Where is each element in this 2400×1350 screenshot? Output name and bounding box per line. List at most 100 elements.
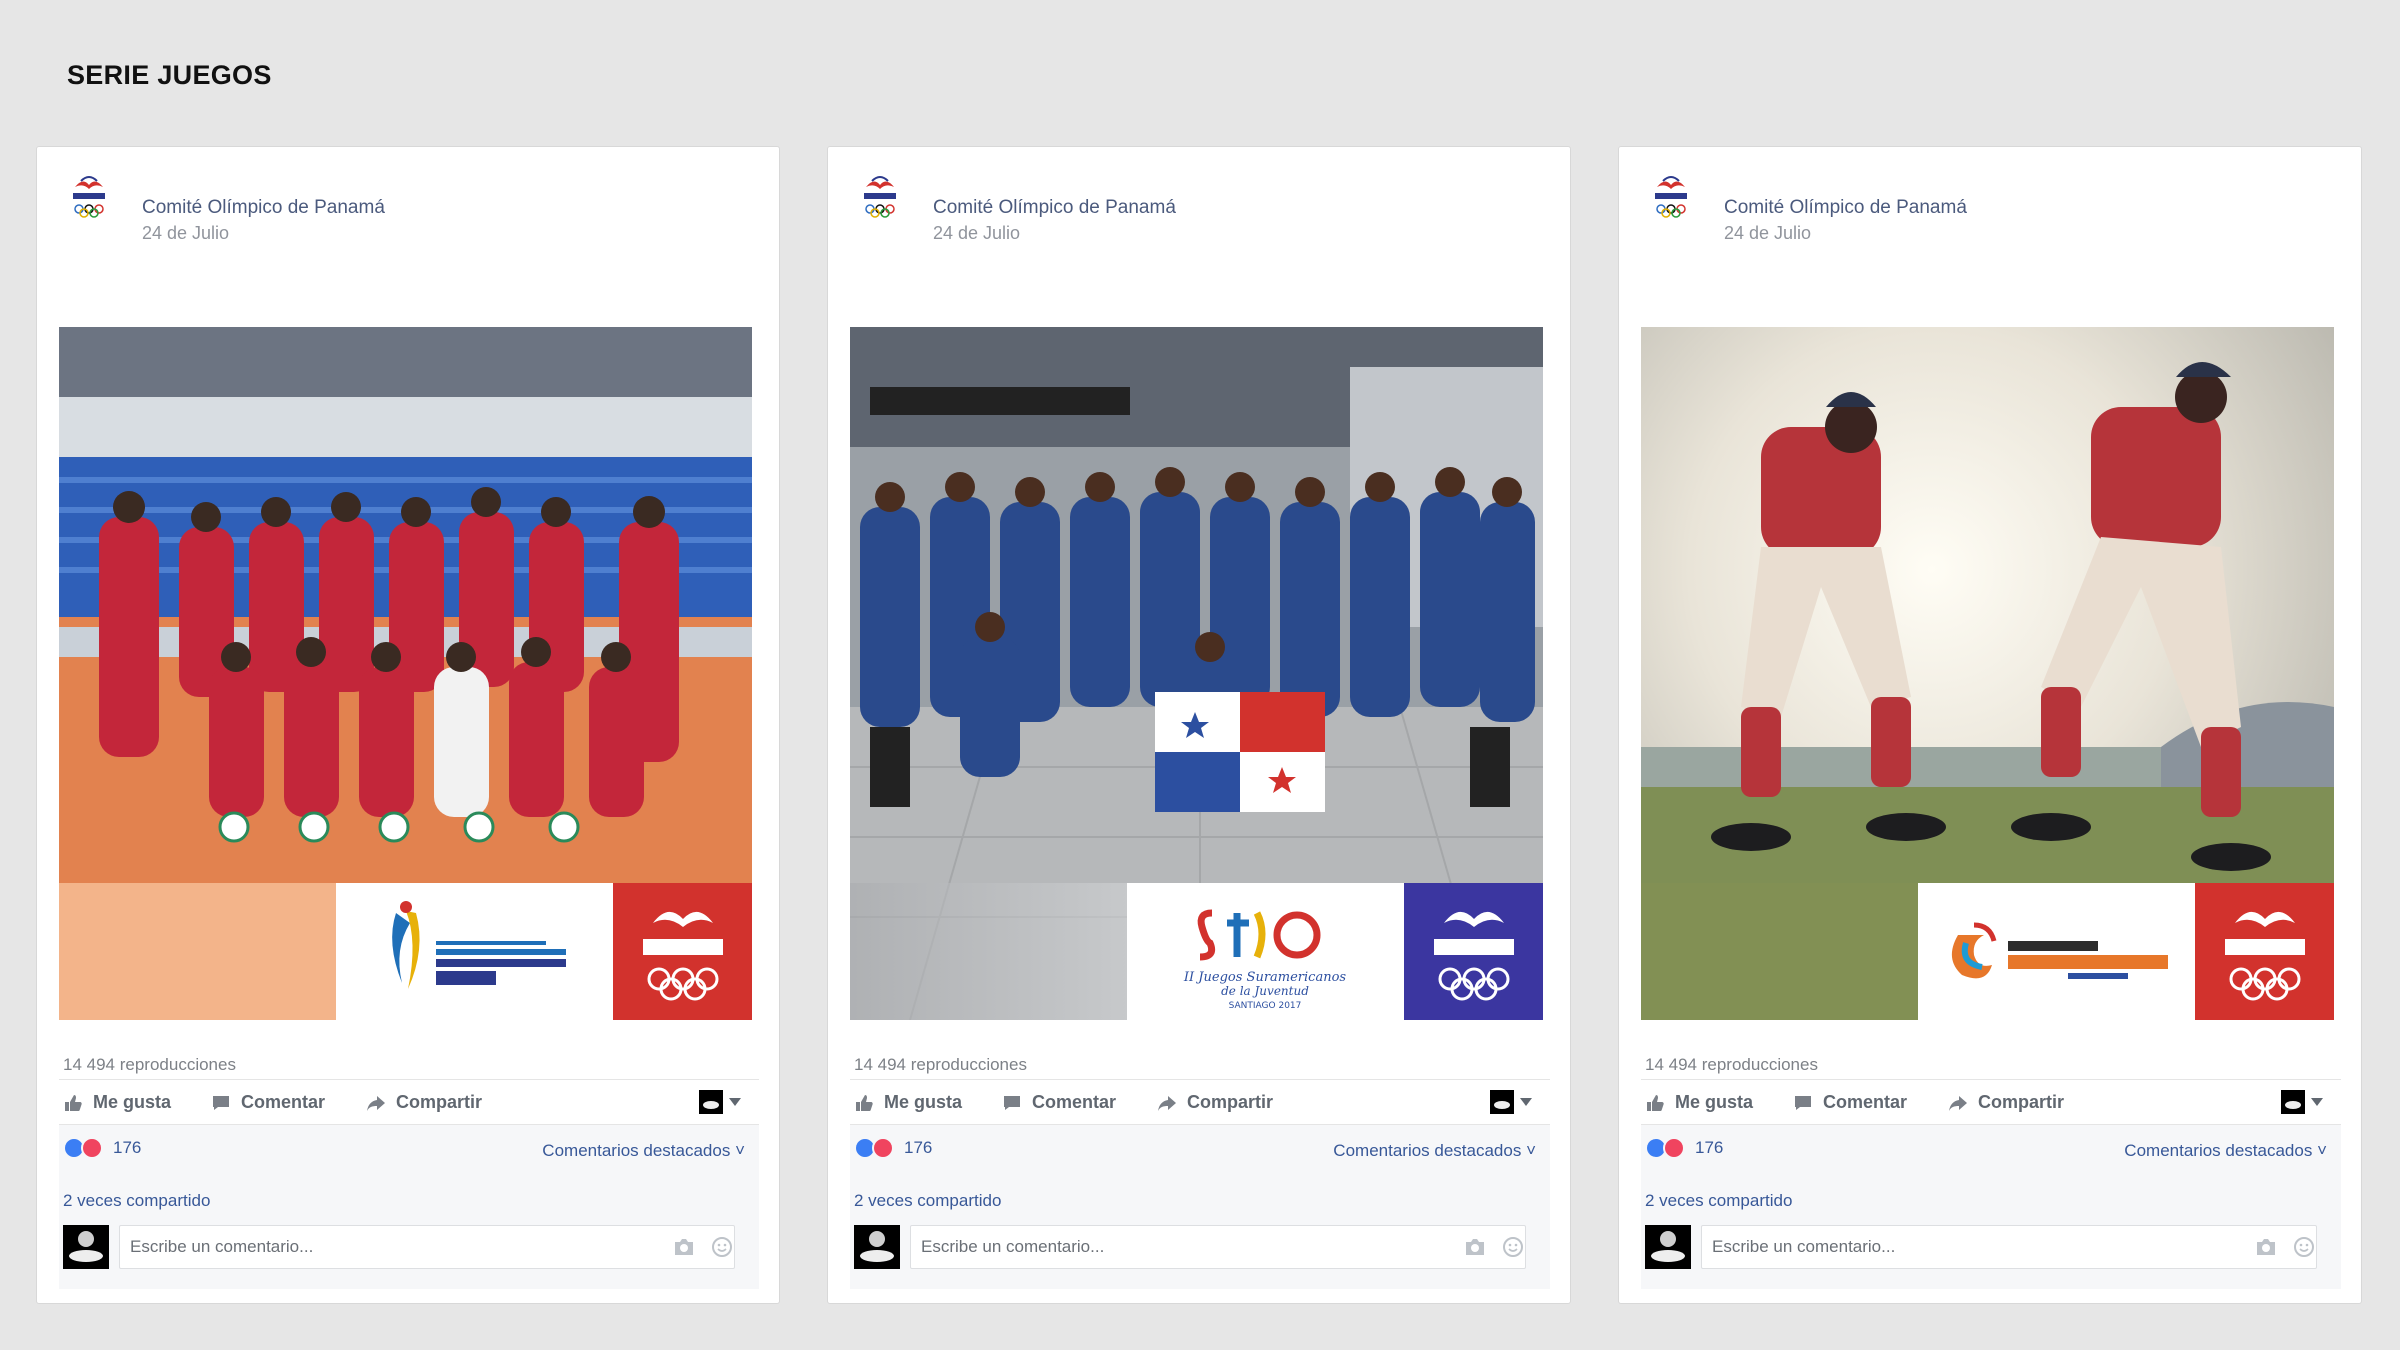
reaction-count: 176: [1695, 1138, 1724, 1157]
olympic-rings-icon: [643, 911, 723, 1001]
share-button[interactable]: Compartir: [1948, 1092, 2064, 1113]
panama-brand-panel: [613, 883, 752, 1020]
reactions-summary[interactable]: 176: [854, 1137, 932, 1159]
post-card: Comité Olímpico de Panamá 24 de Julio: [36, 146, 780, 1304]
comment-sort-dropdown[interactable]: Comentarios destacados ˅: [1333, 1141, 1536, 1161]
camera-icon[interactable]: [673, 1237, 695, 1257]
comment-label: Comentar: [1823, 1092, 1908, 1112]
share-arrow-icon: [1949, 1095, 1967, 1111]
user-avatar[interactable]: [854, 1225, 900, 1269]
post-footer: 176 Comentarios destacados ˅ 2 veces com…: [850, 1125, 1550, 1289]
share-count-link[interactable]: 2 veces compartido: [854, 1191, 1001, 1211]
page-selector[interactable]: [2281, 1090, 2323, 1114]
brand-strip-left: [850, 883, 1127, 1020]
post-date[interactable]: 24 de Julio: [142, 223, 229, 244]
brand-strip-left: [59, 883, 336, 1020]
reaction-count: 176: [904, 1138, 933, 1157]
thumbs-up-icon: [856, 1094, 873, 1111]
like-label: Me gusta: [93, 1092, 172, 1112]
post-actions: Me gusta Comentar Compartir: [1641, 1079, 2341, 1125]
post-card: Comité Olímpico de Panamá 24 de Julio: [1618, 146, 2362, 1304]
like-button[interactable]: Me gusta: [63, 1092, 171, 1113]
post-footer: 176 Comentarios destacados ˅ 2 veces com…: [1641, 1125, 2341, 1289]
comment-composer: [854, 1225, 1538, 1269]
camera-icon[interactable]: [2255, 1237, 2277, 1257]
page-selector[interactable]: [699, 1090, 741, 1114]
comment-button[interactable]: Comentar: [1793, 1092, 1907, 1113]
olympic-committee-logo-icon[interactable]: [858, 173, 902, 223]
svg-text:II Juegos Suramericanos: II Juegos Suramericanos: [1183, 970, 1346, 985]
reaction-count: 176: [113, 1138, 142, 1157]
page-name-link[interactable]: Comité Olímpico de Panamá: [1724, 197, 1967, 219]
thumbs-up-icon: [1647, 1094, 1664, 1111]
user-avatar[interactable]: [63, 1225, 109, 1269]
svg-text:de la Juventud: de la Juventud: [1221, 984, 1309, 998]
camera-icon[interactable]: [1464, 1237, 1486, 1257]
comment-label: Comentar: [241, 1092, 326, 1112]
comment-composer: [63, 1225, 747, 1269]
comment-button[interactable]: Comentar: [211, 1092, 325, 1113]
svg-text:SANTIAGO 2017: SANTIAGO 2017: [1229, 1001, 1302, 1011]
share-label: Compartir: [1978, 1092, 2065, 1112]
page-name-link[interactable]: Comité Olímpico de Panamá: [142, 197, 385, 219]
post-image[interactable]: II Juegos Suramericanos de la Juventud S…: [850, 327, 1543, 1020]
comment-sort-dropdown[interactable]: Comentarios destacados ˅: [2124, 1141, 2327, 1161]
reactions-summary[interactable]: 176: [63, 1137, 141, 1159]
comment-sort-dropdown[interactable]: Comentarios destacados ˅: [542, 1141, 745, 1161]
share-label: Compartir: [1187, 1092, 1274, 1112]
love-reaction-icon: [872, 1137, 894, 1159]
love-reaction-icon: [1663, 1137, 1685, 1159]
comment-input[interactable]: [910, 1225, 1526, 1269]
view-count: 14 494 reproducciones: [1645, 1055, 1818, 1074]
post-date[interactable]: 24 de Julio: [1724, 223, 1811, 244]
olympic-rings-icon: [2225, 911, 2305, 1001]
emoji-icon[interactable]: [711, 1236, 733, 1258]
share-count-link[interactable]: 2 veces compartido: [63, 1191, 210, 1211]
post-date[interactable]: 24 de Julio: [933, 223, 1020, 244]
comment-input[interactable]: [1701, 1225, 2317, 1269]
olympic-rings-icon: [1434, 911, 1514, 1001]
like-button[interactable]: Me gusta: [854, 1092, 962, 1113]
reactions-summary[interactable]: 176: [1645, 1137, 1723, 1159]
share-button[interactable]: Compartir: [1157, 1092, 1273, 1113]
managua-2017-logo: [392, 901, 566, 989]
post-image[interactable]: [59, 327, 752, 1020]
speech-bubble-icon: [213, 1095, 229, 1110]
page-selector[interactable]: [1490, 1090, 1532, 1114]
speech-bubble-icon: [1795, 1095, 1811, 1110]
speech-bubble-icon: [1004, 1095, 1020, 1110]
like-button[interactable]: Me gusta: [1645, 1092, 1753, 1113]
panama-brand-panel: [1404, 883, 1543, 1020]
event-logo-panel: [336, 883, 613, 1020]
comment-input[interactable]: [119, 1225, 735, 1269]
bolivarianos-2017-logo: [1951, 922, 2168, 979]
view-count: 14 494 reproducciones: [854, 1055, 1027, 1074]
view-count: 14 494 reproducciones: [63, 1055, 236, 1074]
event-logo-panel: [1918, 883, 2195, 1020]
page-avatar: [699, 1090, 723, 1114]
post-actions: Me gusta Comentar Compartir: [59, 1079, 759, 1125]
share-arrow-icon: [1158, 1095, 1176, 1111]
emoji-icon[interactable]: [2293, 1236, 2315, 1258]
emoji-icon[interactable]: [1502, 1236, 1524, 1258]
share-label: Compartir: [396, 1092, 483, 1112]
santiago-2017-logo: II Juegos Suramericanos de la Juventud S…: [1183, 909, 1346, 1011]
brand-strip-left: [1641, 883, 1918, 1020]
panama-brand-panel: [2195, 883, 2334, 1020]
page-name-link[interactable]: Comité Olímpico de Panamá: [933, 197, 1176, 219]
share-count-link[interactable]: 2 veces compartido: [1645, 1191, 1792, 1211]
like-label: Me gusta: [1675, 1092, 1754, 1112]
share-arrow-icon: [367, 1095, 385, 1111]
caret-down-icon: [729, 1098, 741, 1106]
post-actions: Me gusta Comentar Compartir: [850, 1079, 1550, 1125]
page-avatar: [2281, 1090, 2305, 1114]
comment-button[interactable]: Comentar: [1002, 1092, 1116, 1113]
olympic-committee-logo-icon[interactable]: [67, 173, 111, 223]
user-avatar[interactable]: [1645, 1225, 1691, 1269]
share-button[interactable]: Compartir: [366, 1092, 482, 1113]
comment-composer: [1645, 1225, 2329, 1269]
post-image[interactable]: [1641, 327, 2334, 1020]
comment-label: Comentar: [1032, 1092, 1117, 1112]
caret-down-icon: [1520, 1098, 1532, 1106]
olympic-committee-logo-icon[interactable]: [1649, 173, 1693, 223]
